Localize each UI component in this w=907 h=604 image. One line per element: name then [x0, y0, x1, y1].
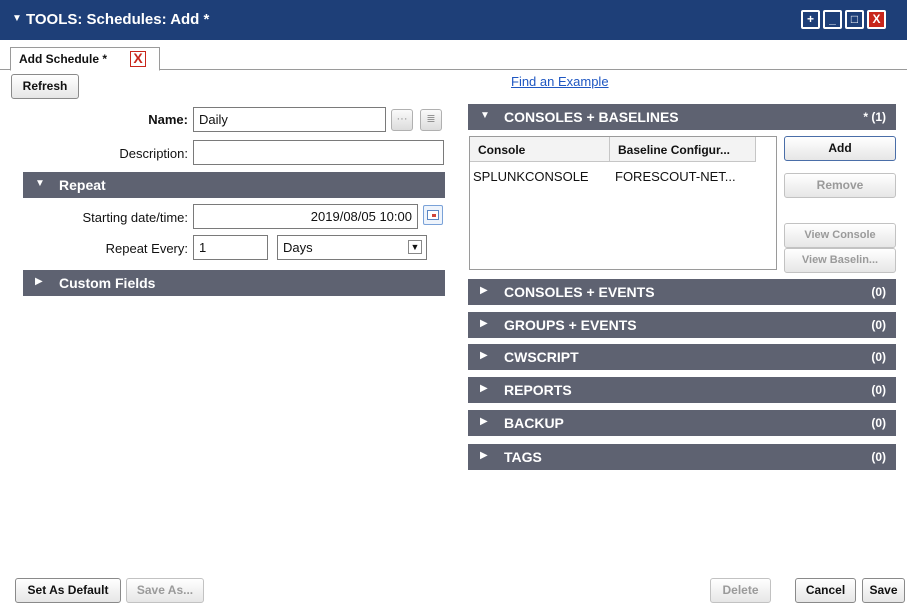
tab-add-schedule[interactable]: Add Schedule * X	[10, 47, 160, 71]
consoles-baselines-header[interactable]: ▼ CONSOLES + BASELINES * (1)	[468, 104, 896, 130]
repeat-section-title: Repeat	[59, 177, 106, 193]
refresh-button[interactable]: Refresh	[11, 74, 79, 99]
save-as-button[interactable]: Save As...	[126, 578, 204, 603]
section-title: TAGS	[504, 449, 542, 465]
section-title: REPORTS	[504, 382, 572, 398]
section-title: GROUPS + EVENTS	[504, 317, 637, 333]
section-count: (0)	[871, 450, 886, 464]
section-count: (0)	[871, 318, 886, 332]
section-tags[interactable]: ▶ TAGS (0)	[468, 444, 896, 470]
section-count: (0)	[871, 416, 886, 430]
section-title: CONSOLES + EVENTS	[504, 284, 655, 300]
window-title: TOOLS: Schedules: Add *	[26, 11, 210, 28]
section-count: (0)	[871, 350, 886, 364]
notes-icon[interactable]: ≣	[420, 109, 442, 131]
set-as-default-button[interactable]: Set As Default	[15, 578, 121, 603]
tab-close-icon[interactable]: X	[130, 51, 146, 67]
cell-baseline: FORESCOUT-NET...	[615, 169, 736, 184]
cancel-button[interactable]: Cancel	[795, 578, 856, 603]
section-consoles-events[interactable]: ▶ CONSOLES + EVENTS (0)	[468, 279, 896, 305]
consoles-baselines-count: * (1)	[863, 110, 886, 124]
section-count: (0)	[871, 285, 886, 299]
consoles-baselines-title: CONSOLES + BASELINES	[504, 109, 679, 125]
cell-console: SPLUNKCONSOLE	[473, 169, 589, 184]
delete-button[interactable]: Delete	[710, 578, 771, 603]
repeat-every-input[interactable]: 1	[193, 235, 268, 260]
repeat-unit-value: Days	[283, 240, 313, 255]
collapsed-arrow-icon: ▶	[480, 285, 488, 296]
section-count: (0)	[871, 383, 886, 397]
collapsed-arrow-icon: ▶	[480, 350, 488, 361]
section-title: BACKUP	[504, 415, 564, 431]
save-button[interactable]: Save	[862, 578, 905, 603]
section-reports[interactable]: ▶ REPORTS (0)	[468, 377, 896, 403]
close-window-button[interactable]: X	[867, 10, 886, 29]
view-console-button[interactable]: View Console	[784, 223, 896, 248]
repeat-section-header[interactable]: ▼ Repeat	[23, 172, 445, 198]
collapsed-arrow-icon: ▶	[480, 383, 488, 394]
custom-fields-section-header[interactable]: ▶ Custom Fields	[23, 270, 445, 296]
tab-label: Add Schedule *	[19, 52, 108, 66]
consoles-baselines-grid: Console Baseline Configur... SPLUNKCONSO…	[469, 136, 777, 270]
custom-fields-section-title: Custom Fields	[59, 275, 156, 291]
collapsed-arrow-icon: ▶	[35, 276, 43, 287]
collapse-triangle-icon[interactable]: ▼	[12, 13, 22, 24]
add-button[interactable]: Add	[784, 136, 896, 161]
minimize-button[interactable]: _	[823, 10, 842, 29]
tab-bar: Add Schedule * X	[0, 40, 907, 71]
name-label: Name:	[148, 112, 188, 127]
collapsed-arrow-icon: ▶	[480, 318, 488, 329]
ellipsis-button[interactable]: ···	[391, 109, 413, 131]
starting-datetime-label: Starting date/time:	[82, 210, 189, 225]
collapsed-arrow-icon: ▶	[480, 450, 488, 461]
column-header-console[interactable]: Console	[470, 137, 610, 162]
description-input[interactable]	[193, 140, 444, 165]
calendar-icon[interactable]	[423, 205, 443, 225]
view-baseline-button[interactable]: View Baselin...	[784, 248, 896, 273]
move-icon[interactable]: +	[801, 10, 820, 29]
collapsed-arrow-icon: ▶	[480, 416, 488, 427]
expanded-arrow-icon: ▼	[35, 178, 45, 189]
section-backup[interactable]: ▶ BACKUP (0)	[468, 410, 896, 436]
section-cwscript[interactable]: ▶ CWSCRIPT (0)	[468, 344, 896, 370]
description-label: Description:	[119, 146, 188, 161]
section-title: CWSCRIPT	[504, 349, 579, 365]
starting-datetime-input[interactable]: 2019/08/05 10:00	[193, 204, 418, 229]
remove-button[interactable]: Remove	[784, 173, 896, 198]
find-example-link[interactable]: Find an Example	[511, 74, 609, 89]
repeat-every-label: Repeat Every:	[105, 241, 188, 256]
repeat-unit-select[interactable]: Days ▼	[277, 235, 427, 260]
column-header-baseline[interactable]: Baseline Configur...	[610, 137, 756, 162]
window-titlebar: ▼ TOOLS: Schedules: Add * + _ □ X	[0, 0, 907, 40]
section-groups-events[interactable]: ▶ GROUPS + EVENTS (0)	[468, 312, 896, 338]
maximize-button[interactable]: □	[845, 10, 864, 29]
expanded-arrow-icon: ▼	[480, 110, 490, 121]
dropdown-arrow-icon: ▼	[408, 240, 422, 254]
name-input[interactable]: Daily	[193, 107, 386, 132]
